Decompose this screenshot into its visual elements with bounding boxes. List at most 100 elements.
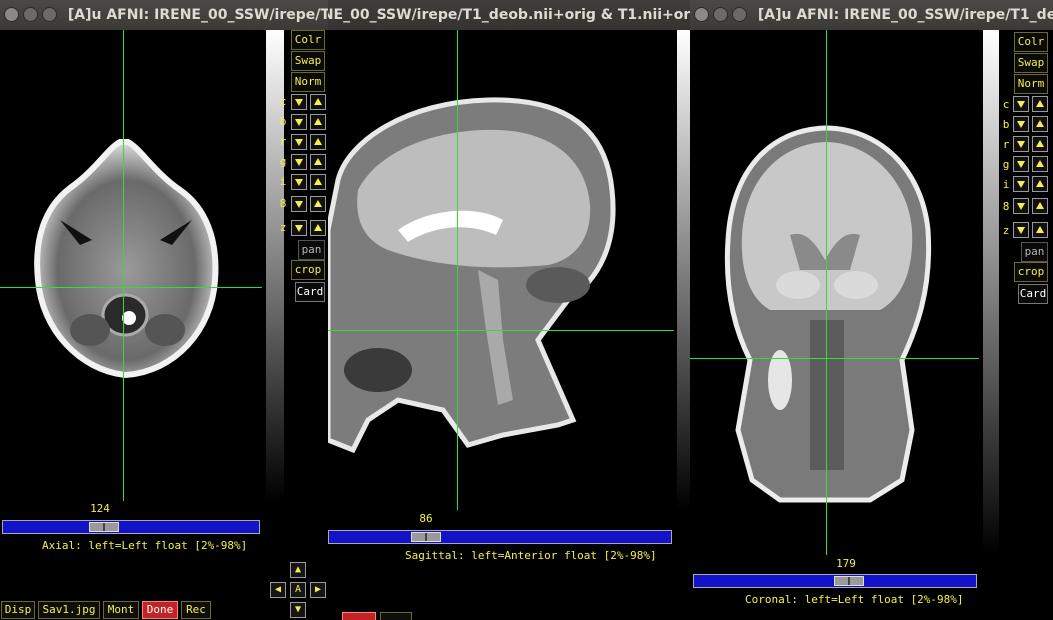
pan-left-arrow-icon[interactable]: ◀ <box>270 582 286 598</box>
gamma-down-arrow-icon[interactable] <box>291 154 307 170</box>
window-title: [A]u AFNI: IRENE_00_SSW/irepe/T1_deob.ni… <box>328 7 690 23</box>
rotate-label: r <box>279 135 287 148</box>
brightness-up-arrow-icon[interactable] <box>310 114 326 130</box>
grayscale-colorbar[interactable] <box>983 30 999 555</box>
gamma-label: g <box>279 155 287 168</box>
eight-up-arrow-icon[interactable] <box>310 196 326 212</box>
rotate-down-arrow-icon[interactable] <box>291 134 307 150</box>
eight-down-arrow-icon[interactable] <box>1013 198 1029 214</box>
slice-number: 86 <box>419 512 433 525</box>
save-button[interactable]: Sav1.jpg <box>38 601 100 619</box>
card-button[interactable]: Card <box>1018 284 1048 304</box>
contrast-down-arrow-icon[interactable] <box>1013 96 1029 112</box>
crosshair-vertical <box>123 30 124 501</box>
zoom-down-arrow-icon[interactable] <box>291 220 307 236</box>
slice-slider[interactable] <box>2 520 260 534</box>
brightness-label: b <box>1002 118 1010 131</box>
axial-brain-image <box>34 139 219 379</box>
axial-window: [A]u AFNI: IRENE_00_SSW/irepe/T1_deob.ni… <box>0 0 328 620</box>
title-bar[interactable]: [A]u AFNI: IRENE_00_SSW/irepe/T1_deob.ni… <box>690 0 1053 30</box>
brightness-down-arrow-icon[interactable] <box>1013 116 1029 132</box>
slider-thumb[interactable] <box>89 522 119 532</box>
pan-right-arrow-icon[interactable]: ▶ <box>310 582 326 598</box>
sagittal-image-view[interactable] <box>328 30 674 510</box>
sagittal-brain-image <box>328 97 616 454</box>
zoom-label: z <box>1002 224 1010 237</box>
disp-button[interactable]: Disp <box>1 601 35 619</box>
close-icon[interactable] <box>4 6 19 22</box>
maximize-icon[interactable] <box>732 6 747 22</box>
maximize-icon[interactable] <box>42 6 57 22</box>
zoom-up-arrow-icon[interactable] <box>1032 222 1048 238</box>
pan-down-arrow-icon[interactable]: ▼ <box>290 602 306 618</box>
index-up-arrow-icon[interactable] <box>310 174 326 190</box>
done-button-partial[interactable] <box>342 612 376 620</box>
gamma-up-arrow-icon[interactable] <box>310 154 326 170</box>
contrast-up-arrow-icon[interactable] <box>310 94 326 110</box>
title-bar[interactable]: [A]u AFNI: IRENE_00_SSW/irepe/T1_deob.ni… <box>0 0 328 30</box>
slice-slider[interactable] <box>328 530 672 544</box>
minimize-icon[interactable] <box>713 6 728 22</box>
zoom-up-arrow-icon[interactable] <box>310 220 326 236</box>
eight-label: 8 <box>279 197 287 210</box>
eight-down-arrow-icon[interactable] <box>291 196 307 212</box>
rec-button[interactable]: Rec <box>181 601 211 619</box>
crosshair-vertical <box>457 30 458 510</box>
done-button[interactable]: Done <box>142 601 178 619</box>
eight-label: 8 <box>1002 200 1010 213</box>
crop-button[interactable]: crop <box>1014 262 1048 282</box>
gamma-down-arrow-icon[interactable] <box>1013 156 1029 172</box>
index-label: i <box>1002 178 1010 191</box>
mont-button[interactable]: Mont <box>103 601 139 619</box>
norm-button[interactable]: Norm <box>1014 74 1048 94</box>
grayscale-colorbar[interactable] <box>677 30 690 510</box>
zoom-down-arrow-icon[interactable] <box>1013 222 1029 238</box>
crosshair-vertical <box>826 30 827 555</box>
index-up-arrow-icon[interactable] <box>1032 176 1048 192</box>
rec-button-partial[interactable] <box>380 612 412 620</box>
rotate-up-arrow-icon[interactable] <box>310 134 326 150</box>
swap-button[interactable]: Swap <box>291 51 325 71</box>
colr-button[interactable]: Colr <box>291 30 325 50</box>
pan-up-arrow-icon[interactable]: ▲ <box>290 562 306 578</box>
axial-image-view[interactable] <box>0 30 262 501</box>
slice-number: 124 <box>90 502 110 515</box>
pan-center-button[interactable]: A <box>290 582 306 598</box>
rotate-up-arrow-icon[interactable] <box>1032 136 1048 152</box>
brightness-down-arrow-icon[interactable] <box>291 114 307 130</box>
index-down-arrow-icon[interactable] <box>291 174 307 190</box>
coronal-image-view[interactable] <box>690 30 979 555</box>
eight-up-arrow-icon[interactable] <box>1032 198 1048 214</box>
close-icon[interactable] <box>694 6 709 22</box>
rotate-label: r <box>1002 138 1010 151</box>
crop-button[interactable]: crop <box>291 260 325 280</box>
pan-button[interactable]: pan <box>1021 242 1048 262</box>
title-bar[interactable]: [A]u AFNI: IRENE_00_SSW/irepe/T1_deob.ni… <box>328 0 690 30</box>
rotate-down-arrow-icon[interactable] <box>1013 136 1029 152</box>
minimize-icon[interactable] <box>23 6 38 22</box>
slider-thumb[interactable] <box>411 532 441 542</box>
coronal-window: [A]u AFNI: IRENE_00_SSW/irepe/T1_deob.ni… <box>690 0 1053 620</box>
window-title: [A]u AFNI: IRENE_00_SSW/irepe/T1_deob.ni… <box>757 7 1053 23</box>
slider-thumb[interactable] <box>834 576 864 586</box>
crosshair-horizontal <box>0 287 262 288</box>
gamma-up-arrow-icon[interactable] <box>1032 156 1048 172</box>
index-down-arrow-icon[interactable] <box>1013 176 1029 192</box>
crosshair-horizontal <box>690 358 979 359</box>
view-info-label: Sagittal: left=Anterior float [2%-98%] <box>405 549 657 562</box>
card-button[interactable]: Card <box>295 282 325 302</box>
zoom-label: z <box>279 221 287 234</box>
contrast-down-arrow-icon[interactable] <box>291 94 307 110</box>
window-title: [A]u AFNI: IRENE_00_SSW/irepe/T1_deob.ni… <box>67 7 328 23</box>
colr-button[interactable]: Colr <box>1014 32 1048 52</box>
pan-button[interactable]: pan <box>298 240 325 260</box>
norm-button[interactable]: Norm <box>291 72 325 92</box>
brightness-label: b <box>279 115 287 128</box>
crosshair-horizontal <box>328 330 674 331</box>
swap-button[interactable]: Swap <box>1014 53 1048 73</box>
contrast-label: c <box>1002 98 1010 111</box>
brightness-up-arrow-icon[interactable] <box>1032 116 1048 132</box>
contrast-up-arrow-icon[interactable] <box>1032 96 1048 112</box>
slice-slider[interactable] <box>693 574 977 588</box>
view-info-label: Coronal: left=Left float [2%-98%] <box>745 593 964 606</box>
